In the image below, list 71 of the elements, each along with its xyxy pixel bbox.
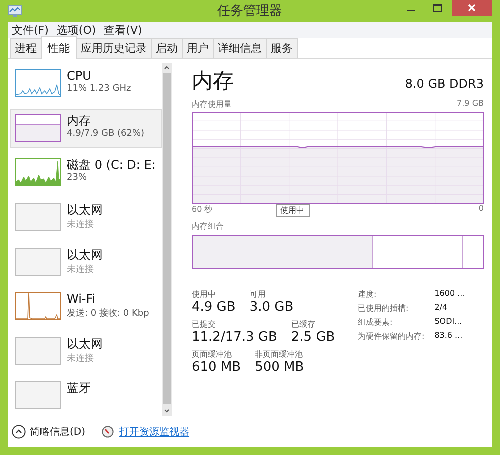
stat-label: 已提交 <box>192 319 217 330</box>
sidebar-item[interactable]: 磁盘 0 (C: D: E: 23% <box>10 153 162 193</box>
menu-item[interactable]: 选项(O) <box>54 22 102 38</box>
maximize-icon <box>432 4 442 12</box>
stat-value: 2.5 GB <box>291 330 336 345</box>
time-axis-label: 0 <box>478 204 484 213</box>
property-label: 已使用的插槽: <box>358 303 410 314</box>
stat-value: 610 MB <box>192 360 242 375</box>
item-subtitle: 11% 1.23 GHz <box>67 84 132 94</box>
stat-label: 使用中 <box>192 289 217 300</box>
fewer-details-toggle[interactable]: 简略信息(D) <box>12 425 86 439</box>
time-axis-label: 60 秒 <box>192 204 213 215</box>
sidebar-item[interactable]: 内存 4.9/7.9 GB (62%) <box>10 108 162 148</box>
item-subtitle: 未连接 <box>67 264 95 276</box>
stat-value: 11.2/17.3 GB <box>192 330 278 345</box>
sidebar-item[interactable]: CPU 11% 1.23 GHz <box>10 64 162 104</box>
sidebar-item[interactable]: 以太网 未连接 <box>10 198 162 238</box>
property-value: 83.6 ... <box>434 331 464 342</box>
item-title: 内存 <box>67 114 92 129</box>
stat-value: 4.9 GB <box>192 300 236 315</box>
window-title: 任务管理器 <box>218 4 282 19</box>
property-label: 速度: <box>358 289 378 300</box>
item-subtitle: 23% <box>67 173 88 184</box>
stat-label: 可用 <box>250 289 267 300</box>
item-title: 以太网 <box>67 248 103 262</box>
item-subtitle: 4.9/7.9 GB (62%) <box>67 128 145 139</box>
tab[interactable]: 应用历史记录 <box>76 38 152 58</box>
memory-spec: 8.0 GB DDR3 <box>405 77 484 91</box>
item-title: CPU <box>67 69 92 84</box>
item-subtitle: 未连接 <box>67 352 95 365</box>
item-title: 蓝牙 <box>67 381 91 396</box>
graph-max-label: 7.9 GB <box>457 99 484 110</box>
tab[interactable]: 启动 <box>151 38 183 58</box>
stat-value: 3.0 GB <box>250 300 294 315</box>
sidebar-item[interactable]: 以太网 未连接 <box>10 242 162 282</box>
close-icon <box>468 4 476 12</box>
scrollbar[interactable] <box>162 63 172 416</box>
gauge-icon <box>102 426 114 438</box>
tab[interactable]: 用户 <box>182 38 214 58</box>
property-value: SODI... <box>434 317 464 328</box>
resource-monitor-link[interactable]: 打开资源监视器 <box>120 425 190 439</box>
sidebar-item[interactable]: 以太网 未连接 <box>10 332 162 372</box>
item-subtitle: 发送: 0 接收: 0 Kbp <box>67 308 150 320</box>
item-title: 以太网 <box>67 336 103 352</box>
stat-label: 非页面缓冲池 <box>255 349 304 360</box>
tab[interactable]: 服务 <box>266 38 298 58</box>
property-label: 组成要素: <box>358 317 394 328</box>
close-button[interactable] <box>452 0 492 16</box>
sidebar-item[interactable]: 蓝牙 <box>10 376 162 416</box>
stat-label: 页面缓冲池 <box>192 349 233 360</box>
property-value: 2/4 <box>434 303 449 314</box>
menu-item[interactable]: 文件(F) <box>10 22 55 38</box>
item-subtitle: 未连接 <box>67 218 95 231</box>
composition-label: 内存组合 <box>192 221 224 232</box>
tab[interactable]: 性能 <box>41 36 77 59</box>
tooltip: 使用中 <box>276 204 310 217</box>
item-title: 磁盘 0 (C: D: E: <box>67 158 156 173</box>
item-title: 以太网 <box>67 202 103 218</box>
tab[interactable]: 详细信息 <box>213 38 267 58</box>
stat-value: 500 MB <box>255 360 304 375</box>
property-label: 为硬件保留的内存: <box>358 331 425 342</box>
graph-label: 内存使用量 <box>192 99 232 110</box>
menu-item[interactable]: 查看(V) <box>102 22 148 38</box>
panel-title: 内存 <box>192 68 234 95</box>
app-icon <box>8 5 22 17</box>
chevron-up-icon <box>12 425 26 439</box>
property-value: 1600 ... <box>434 289 466 300</box>
sidebar-item[interactable]: Wi-Fi 发送: 0 接收: 0 Kbp <box>10 287 162 327</box>
item-title: Wi-Fi <box>67 292 97 308</box>
tab[interactable]: 进程 <box>10 38 42 58</box>
stat-label: 已缓存 <box>291 319 316 330</box>
